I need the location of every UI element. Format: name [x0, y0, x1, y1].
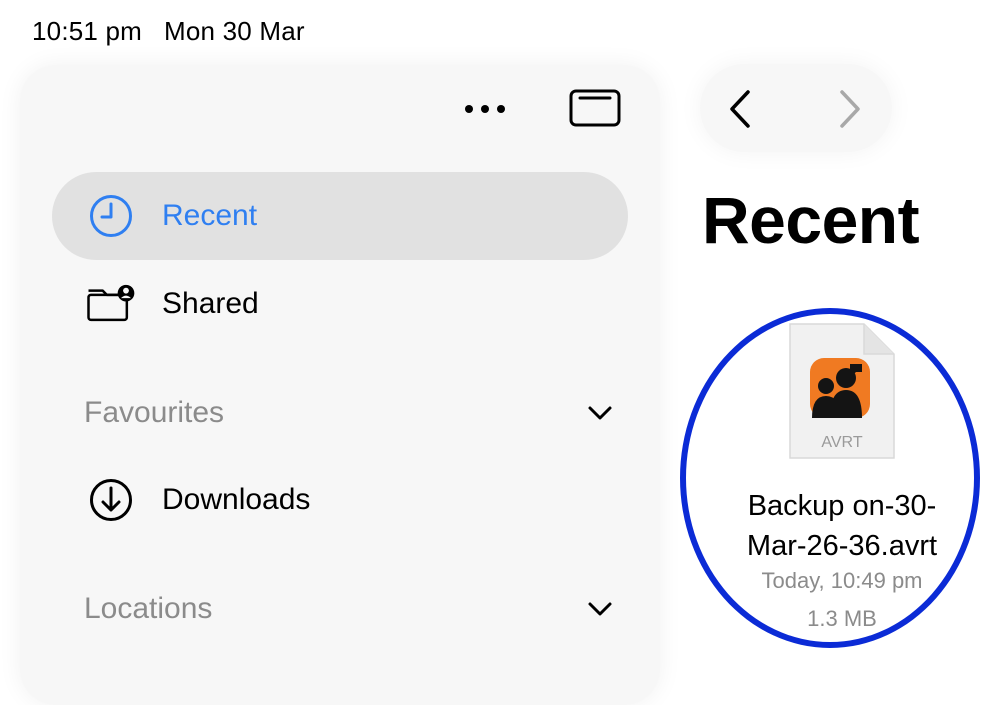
section-header-locations[interactable]: Locations [52, 579, 628, 639]
sidebar: Recent Shared Favourites Downloads Locat… [20, 65, 660, 705]
status-time: 10:51 pm [32, 16, 143, 46]
file-modified: Today, 10:49 pm [761, 568, 923, 593]
file-name: Backup on-30- Mar-26-36.avrt [746, 490, 938, 562]
section-label: Favourites [84, 396, 225, 429]
shared-folder-icon [86, 279, 136, 329]
ellipsis-icon [465, 105, 505, 113]
chevron-left-icon[interactable] [726, 88, 756, 130]
clock-icon [86, 191, 136, 241]
page-title: Recent [702, 183, 920, 257]
chevron-down-icon [588, 602, 612, 616]
more-options-button[interactable] [463, 91, 507, 127]
sidebar-item-label: Downloads [162, 483, 311, 516]
status-date: Mon 30 Mar [164, 16, 305, 46]
sidebar-toggle-button[interactable] [568, 87, 624, 131]
file-item[interactable]: AVRT Backup on-30- Mar-26-36.avrt Today,… [700, 320, 984, 650]
sidebar-item-label: Shared [162, 287, 259, 320]
file-size: 1.3 MB [807, 606, 877, 631]
section-label: Locations [84, 592, 213, 625]
sidebar-item-shared[interactable]: Shared [52, 260, 628, 348]
section-header-favourites[interactable]: Favourites [52, 383, 628, 443]
chevron-right-icon[interactable] [834, 88, 864, 130]
chevron-down-icon [588, 406, 612, 420]
sidebar-toggle-icon [569, 89, 621, 127]
sidebar-item-label: Recent [162, 199, 258, 232]
avrt-file-icon: AVRT [789, 323, 895, 459]
sidebar-item-recent[interactable]: Recent [52, 172, 628, 260]
file-type-label: AVRT [821, 434, 862, 451]
status-bar: 10:51 pm Mon 30 Mar [32, 16, 305, 47]
download-icon [86, 475, 136, 525]
sidebar-item-downloads[interactable]: Downloads [52, 456, 628, 544]
navigation-controls [700, 64, 892, 152]
